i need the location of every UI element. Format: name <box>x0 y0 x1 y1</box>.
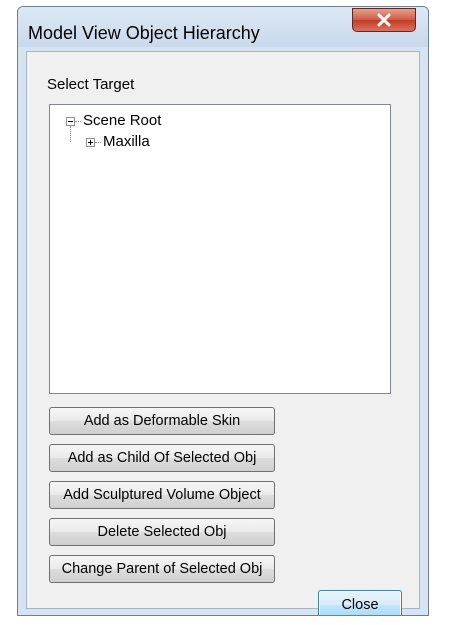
dialog-window: Model View Object Hierarchy Select Targe… <box>17 6 429 616</box>
tree-connector <box>70 126 71 142</box>
add-sculptured-volume-button[interactable]: Add Sculptured Volume Object <box>49 481 275 509</box>
object-tree[interactable]: Scene Root Maxilla <box>49 104 391 394</box>
change-parent-button[interactable]: Change Parent of Selected Obj <box>49 555 275 583</box>
add-child-button[interactable]: Add as Child Of Selected Obj <box>49 444 275 472</box>
delete-selected-button[interactable]: Delete Selected Obj <box>49 518 275 546</box>
tree-item-maxilla[interactable]: Maxilla <box>103 133 150 150</box>
window-title: Model View Object Hierarchy <box>28 23 260 43</box>
close-button[interactable]: Close <box>318 590 402 615</box>
dialog-content: Select Target Scene Root Maxilla Add as … <box>26 51 420 615</box>
select-target-label: Select Target <box>47 76 135 93</box>
expand-toggle-icon[interactable] <box>86 138 95 147</box>
tree-connector <box>75 121 81 122</box>
window-close-button[interactable] <box>352 8 416 32</box>
collapse-toggle-icon[interactable] <box>66 117 75 126</box>
add-deformable-skin-button[interactable]: Add as Deformable Skin <box>49 407 275 435</box>
tree-connector <box>95 142 101 143</box>
title-bar[interactable]: Model View Object Hierarchy <box>18 7 428 47</box>
close-x-icon <box>377 13 391 27</box>
tree-item-scene-root[interactable]: Scene Root <box>83 112 161 129</box>
